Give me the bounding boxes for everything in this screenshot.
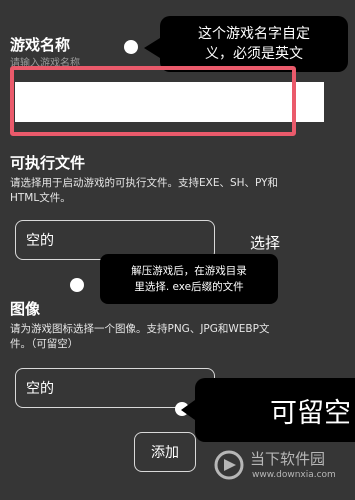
tooltip-executable: 解压游戏后，在游戏目录 里选择. exe后缀的文件	[100, 254, 278, 304]
tooltip-game-name-line1: 这个游戏名字自定	[198, 26, 310, 42]
image-description-line2: 件。（可留空）	[10, 338, 79, 350]
image-title: 图像	[10, 300, 41, 318]
executable-description-line1: 请选择用于启动游戏的可执行文件。支持EXE、SH、PY和	[10, 177, 279, 189]
executable-title: 可执行文件	[10, 154, 86, 172]
highlight-box	[10, 66, 296, 136]
image-description-line1: 请为游戏图标选择一个图像。支持PNG、JPG和WEBP文	[10, 323, 270, 335]
watermark-logo-icon	[214, 450, 244, 480]
tooltip-game-name: 这个游戏名字自定 义，必须是英文	[144, 16, 348, 72]
tooltip-executable-line1: 解压游戏后，在游戏目录	[131, 265, 247, 277]
tooltip-image: 可留空	[181, 378, 355, 442]
tooltip-executable-line2: 里选择. exe后缀的文件	[134, 281, 244, 293]
watermark-url: www.downxia.com	[252, 470, 336, 480]
executable-description-line2: HTML文件。	[10, 192, 71, 204]
game-name-title: 游戏名称	[10, 36, 71, 54]
image-field-value: 空的	[26, 381, 54, 397]
watermark: 当下软件园 www.downxia.com	[214, 444, 354, 488]
tooltip-game-name-line2: 义，必须是英文	[205, 46, 303, 62]
executable-field-value: 空的	[26, 233, 54, 249]
watermark-text: 当下软件园	[250, 450, 326, 468]
add-button[interactable]: 添加	[134, 432, 196, 472]
executable-select-button[interactable]: 选择	[250, 232, 280, 253]
tooltip-middle-anchor-dot	[70, 278, 84, 292]
tooltip-top-anchor-dot	[124, 40, 138, 54]
